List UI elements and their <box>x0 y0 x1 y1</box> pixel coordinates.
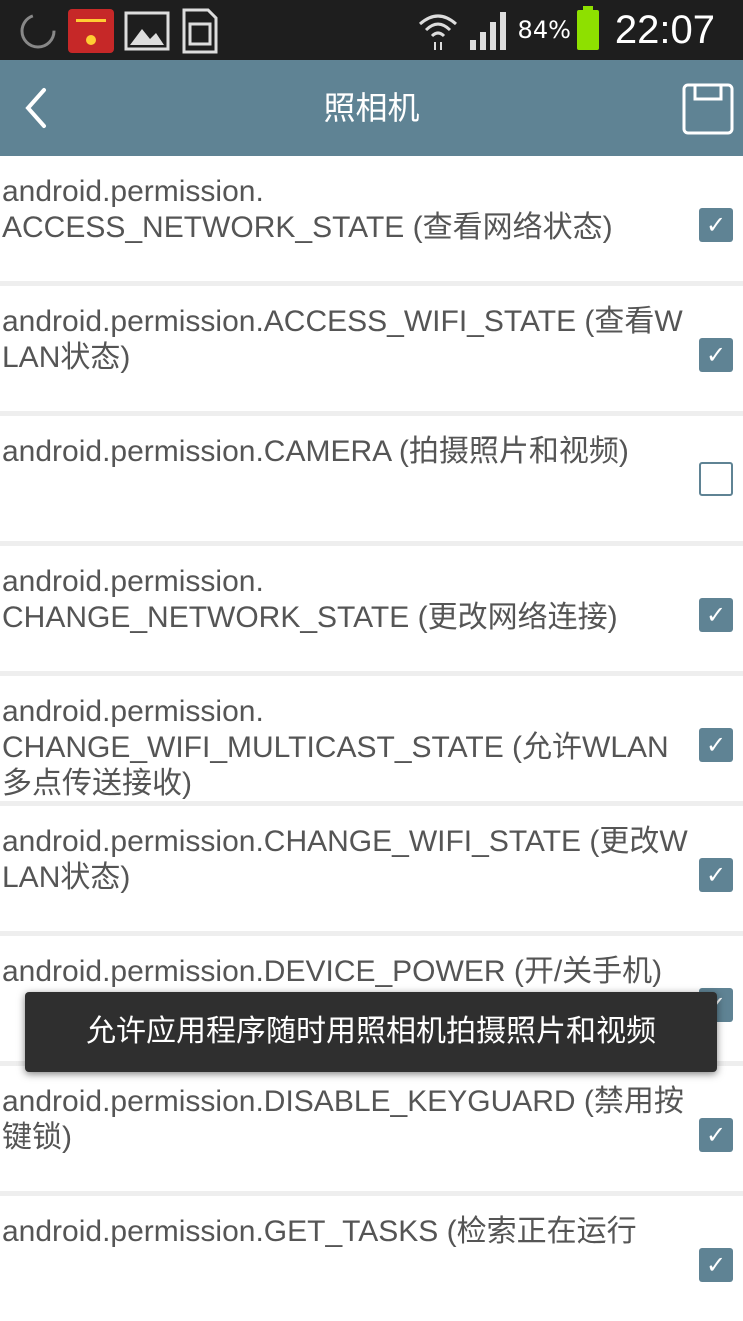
permission-label: android.permission. CHANGE_WIFI_MULTICAS… <box>2 695 669 800</box>
check-icon: ✓ <box>705 1251 727 1279</box>
wifi-icon <box>418 14 457 50</box>
status-bar: 84% 22:07 <box>0 0 743 60</box>
permission-row[interactable]: android.permission.CHANGE_WIFI_STATE (更改… <box>0 806 743 931</box>
battery-icon <box>576 6 599 50</box>
permission-label: android.permission. ACCESS_NETWORK_STATE… <box>2 175 613 244</box>
check-icon: ✓ <box>705 1121 727 1149</box>
sync-icon <box>20 13 56 49</box>
permission-label: android.permission.DEVICE_POWER (开/关手机) <box>2 955 663 988</box>
permission-row[interactable]: android.permission. CHANGE_WIFI_MULTICAS… <box>0 676 743 801</box>
check-icon: ✓ <box>705 341 727 369</box>
permission-label: android.permission.CAMERA (拍摄照片和视频) <box>2 435 629 468</box>
image-icon <box>124 11 170 51</box>
toast-message: 允许应用程序随时用照相机拍摄照片和视频 <box>25 992 717 1072</box>
permission-checkbox[interactable]: ✓ <box>699 858 733 892</box>
app-notification-icon <box>68 9 114 53</box>
permission-label: android.permission.CHANGE_WIFI_STATE (更改… <box>2 825 688 894</box>
status-bar-system: 84% 22:07 <box>416 0 715 60</box>
permission-checkbox[interactable] <box>699 462 733 496</box>
permission-checkbox[interactable]: ✓ <box>699 598 733 632</box>
permission-checkbox[interactable]: ✓ <box>699 1118 733 1152</box>
check-icon: ✓ <box>705 601 727 629</box>
permission-checkbox[interactable]: ✓ <box>699 208 733 242</box>
action-bar: 照相机 <box>0 60 743 156</box>
check-icon: ✓ <box>705 211 727 239</box>
permission-label: android.permission.ACCESS_WIFI_STATE (查看… <box>2 305 683 374</box>
permission-row[interactable]: android.permission. ACCESS_NETWORK_STATE… <box>0 156 743 281</box>
permission-label: android.permission.GET_TASKS (检索正在运行 <box>2 1215 637 1248</box>
page-title: 照相机 <box>323 89 420 127</box>
permission-row[interactable]: android.permission.DISABLE_KEYGUARD (禁用按… <box>0 1066 743 1191</box>
permission-checkbox[interactable]: ✓ <box>699 1248 733 1282</box>
permission-row[interactable]: android.permission.CAMERA (拍摄照片和视频) <box>0 416 743 541</box>
permission-row[interactable]: android.permission.ACCESS_WIFI_STATE (查看… <box>0 286 743 411</box>
permission-checkbox[interactable]: ✓ <box>699 338 733 372</box>
save-icon[interactable] <box>681 82 735 136</box>
status-bar-notifications <box>18 8 220 54</box>
sim-card-icon <box>182 8 218 54</box>
check-icon: ✓ <box>705 731 727 759</box>
permission-label: android.permission.DISABLE_KEYGUARD (禁用按… <box>2 1085 684 1154</box>
permission-label: android.permission. CHANGE_NETWORK_STATE… <box>2 565 618 634</box>
permission-row[interactable]: android.permission. CHANGE_NETWORK_STATE… <box>0 546 743 671</box>
battery-percent: 84% <box>517 16 571 44</box>
check-icon: ✓ <box>705 861 727 889</box>
status-clock: 22:07 <box>614 7 715 52</box>
signal-icon <box>469 12 506 50</box>
permission-checkbox[interactable]: ✓ <box>699 728 733 762</box>
permission-row[interactable]: android.permission.GET_TASKS (检索正在运行 ✓ <box>0 1196 743 1321</box>
